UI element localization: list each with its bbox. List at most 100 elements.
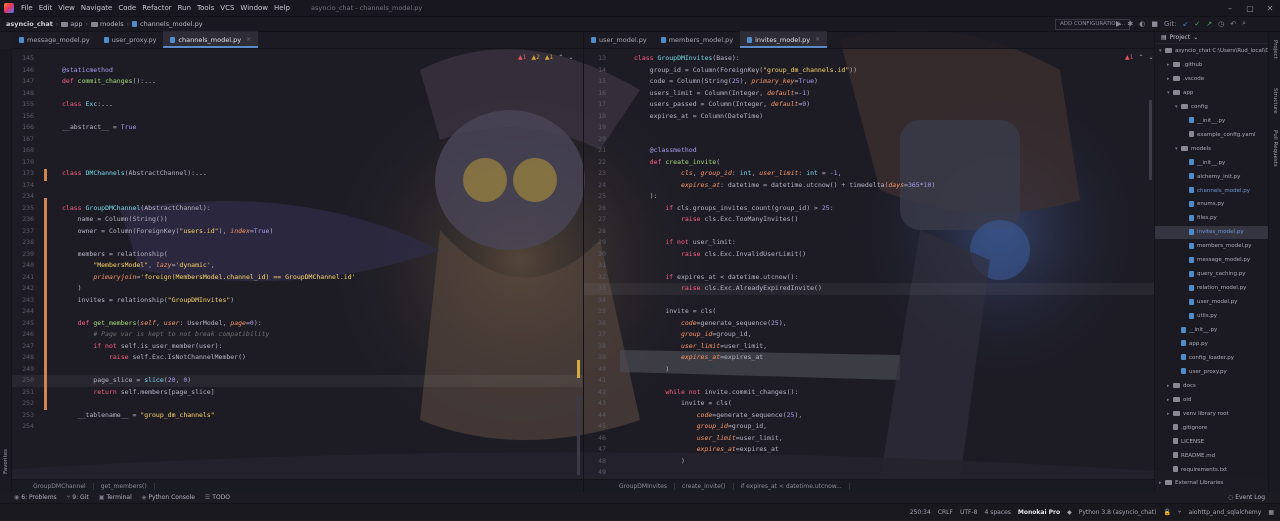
tab-user-proxy[interactable]: user_proxy.py — [97, 31, 164, 48]
code-line[interactable]: 241 primaryjoin='foreign(MembersModel.ch… — [12, 272, 583, 284]
tree-item[interactable]: ▾ models — [1155, 143, 1268, 156]
code-line[interactable]: 174 — [12, 180, 583, 192]
code-line[interactable]: 24 expires_at: datetime = datetime.utcno… — [584, 180, 1154, 192]
tree-item[interactable]: ▸ old — [1155, 394, 1268, 407]
code-line[interactable]: 170 — [12, 157, 583, 169]
event-log-button[interactable]: ◌ Event Log — [1228, 492, 1265, 503]
terminal-tool-button[interactable]: ▣ Terminal — [99, 494, 132, 501]
code-line[interactable]: 252 — [12, 398, 583, 410]
code-line[interactable]: 16 users_limit = Column(Integer, default… — [584, 88, 1154, 100]
code-line[interactable]: 37 group_id=group_id, — [584, 329, 1154, 341]
left-scrollbar[interactable] — [577, 395, 580, 475]
tree-item[interactable]: .gitignore — [1155, 422, 1268, 435]
code-line[interactable]: 34 — [584, 295, 1154, 307]
tree-item[interactable]: example_config.yaml — [1155, 129, 1268, 142]
tree-item[interactable]: alchemy_init.py — [1155, 171, 1268, 184]
close-icon[interactable]: ✕ — [1260, 0, 1280, 17]
tree-item[interactable]: utils.py — [1155, 310, 1268, 323]
tree-item[interactable]: message_model.py — [1155, 254, 1268, 267]
crumb-statement[interactable]: if expires_at < datetime.utcnow... — [734, 482, 850, 490]
vcs-change-marker[interactable] — [44, 198, 47, 410]
chevron-down-icon[interactable]: ⌄ — [568, 54, 573, 61]
stop-icon[interactable]: ■ — [1151, 20, 1158, 28]
tree-item[interactable]: ▾ app — [1155, 87, 1268, 100]
tree-item[interactable]: LICENSE — [1155, 436, 1268, 449]
tab-invites-model[interactable]: invites_model.py ✕ — [740, 31, 828, 48]
chevron-down-icon[interactable]: ⌄ — [1193, 34, 1198, 41]
crumb-method[interactable]: create_invite() — [675, 482, 734, 490]
tab-message-model[interactable]: message_model.py — [12, 31, 97, 48]
code-line[interactable]: 22 def create_invite( — [584, 157, 1154, 169]
tree-item[interactable]: ▸ .github — [1155, 59, 1268, 72]
crumb-class[interactable]: GroupDMChannel — [26, 482, 94, 490]
project-tool-button[interactable]: Project — [1272, 40, 1278, 59]
tab-user-model[interactable]: user_model.py — [584, 31, 654, 48]
menu-file[interactable]: File — [18, 4, 36, 12]
code-line[interactable]: 42 while not invite.commit_changes(): — [584, 387, 1154, 399]
tree-item[interactable]: ▾asyncio_chat C:\Users\Rud_local\Docu — [1155, 45, 1268, 58]
code-line[interactable]: 251 return self.members[page_slice] — [12, 387, 583, 399]
code-line[interactable]: 168 — [12, 145, 583, 157]
menu-window[interactable]: Window — [237, 4, 271, 12]
tree-item[interactable]: ▸ .vscode — [1155, 73, 1268, 86]
chevron-up-icon[interactable]: ⌃ — [558, 54, 563, 61]
code-line[interactable]: 235 class GroupDMChannel(AbstractChannel)… — [12, 203, 583, 215]
project-title[interactable]: Project — [1170, 34, 1191, 41]
code-line[interactable]: 13 class GroupDMInvites(Base): — [584, 53, 1154, 65]
tree-item[interactable]: invites_model.py — [1155, 226, 1268, 240]
menu-vcs[interactable]: VCS — [217, 4, 237, 12]
menu-run[interactable]: Run — [175, 4, 194, 12]
tree-item[interactable]: relation_model.py — [1155, 282, 1268, 295]
tree-item[interactable]: ▸ External Libraries — [1155, 477, 1268, 490]
python-console-tool-button[interactable]: ◈ Python Console — [142, 494, 195, 501]
code-line[interactable]: 167 — [12, 134, 583, 146]
code-line[interactable]: 30 raise cls.Exc.InvalidUserLimit() — [584, 249, 1154, 261]
code-line[interactable]: 173 class DMChannels(AbstractChannel):... — [12, 168, 583, 180]
tree-item[interactable]: user_proxy.py — [1155, 366, 1268, 379]
code-line[interactable]: 237 owner = Column(ForeignKey("users.id"… — [12, 226, 583, 238]
tree-item[interactable]: ▸ venv library root — [1155, 408, 1268, 421]
menu-tools[interactable]: Tools — [194, 4, 217, 12]
code-line[interactable]: 15 code = Column(String(25), primary_key… — [584, 76, 1154, 88]
code-line[interactable]: 244 — [12, 306, 583, 318]
code-line[interactable]: 166 __abstract__ = True — [12, 122, 583, 134]
tab-channels-model[interactable]: channels_model.py ✕ — [163, 31, 259, 48]
tree-item[interactable]: __init__.py — [1155, 157, 1268, 170]
file-encoding[interactable]: UTF-8 — [960, 509, 978, 516]
left-inspection-widget[interactable]: ▲1 ▲2 ▲1 ⌃ ⌄ — [518, 54, 573, 61]
left-code-editor[interactable]: 145 146 @staticmethod 147 def commit_changes… — [12, 49, 583, 479]
code-line[interactable]: 146 @staticmethod — [12, 65, 583, 77]
code-line[interactable]: 19 — [584, 122, 1154, 134]
crumb-method[interactable]: get_members() — [94, 482, 155, 490]
code-line[interactable]: 248 raise self.Exc.IsNotChannelMember() — [12, 352, 583, 364]
history-icon[interactable]: ◷ — [1218, 20, 1224, 28]
tree-item[interactable]: ▾ config — [1155, 101, 1268, 114]
breadcrumb-file[interactable]: channels_model.py — [140, 20, 203, 28]
code-line[interactable]: 49 — [584, 467, 1154, 479]
search-icon[interactable]: ⌕ — [1242, 19, 1246, 28]
tree-item[interactable]: app.py — [1155, 338, 1268, 351]
code-line[interactable]: 245 def get_members(self, user: UserMode… — [12, 318, 583, 330]
maximize-icon[interactable]: ▢ — [1240, 0, 1260, 17]
right-code-editor[interactable]: 13 class GroupDMInvites(Base): 14 group_id… — [584, 49, 1154, 479]
code-line[interactable]: 243 invites = relationship("GroupDMInvit… — [12, 295, 583, 307]
code-line[interactable]: 26 if cls.groups_invites_count(group_id)… — [584, 203, 1154, 215]
code-line[interactable]: 253 __tablename__ = "group_dm_channels" — [12, 410, 583, 422]
breadcrumb-app[interactable]: app — [70, 20, 82, 28]
code-line[interactable]: 45 group_id=group_id, — [584, 421, 1154, 433]
right-inspection-widget[interactable]: ▲1 ⌃ ⌄ — [1125, 54, 1154, 61]
code-line[interactable]: 20 — [584, 134, 1154, 146]
close-tab-icon[interactable]: ✕ — [815, 36, 820, 43]
debug-icon[interactable]: ✱ — [1127, 20, 1133, 28]
pull-requests-tool-button[interactable]: Pull Requests — [1272, 130, 1278, 167]
code-line[interactable]: 242 ) — [12, 283, 583, 295]
tree-item[interactable]: ▸ docs — [1155, 380, 1268, 393]
code-line[interactable]: 31 — [584, 260, 1154, 272]
line-separator[interactable]: CRLF — [938, 509, 953, 516]
code-line[interactable]: 46 user_limit=user_limit, — [584, 433, 1154, 445]
rollback-icon[interactable]: ↶ — [1230, 20, 1236, 28]
code-line[interactable]: 47 expires_at=expires_at — [584, 444, 1154, 456]
code-line[interactable]: 254 — [12, 421, 583, 433]
code-line[interactable]: 48 ) — [584, 456, 1154, 468]
code-line[interactable]: 238 — [12, 237, 583, 249]
